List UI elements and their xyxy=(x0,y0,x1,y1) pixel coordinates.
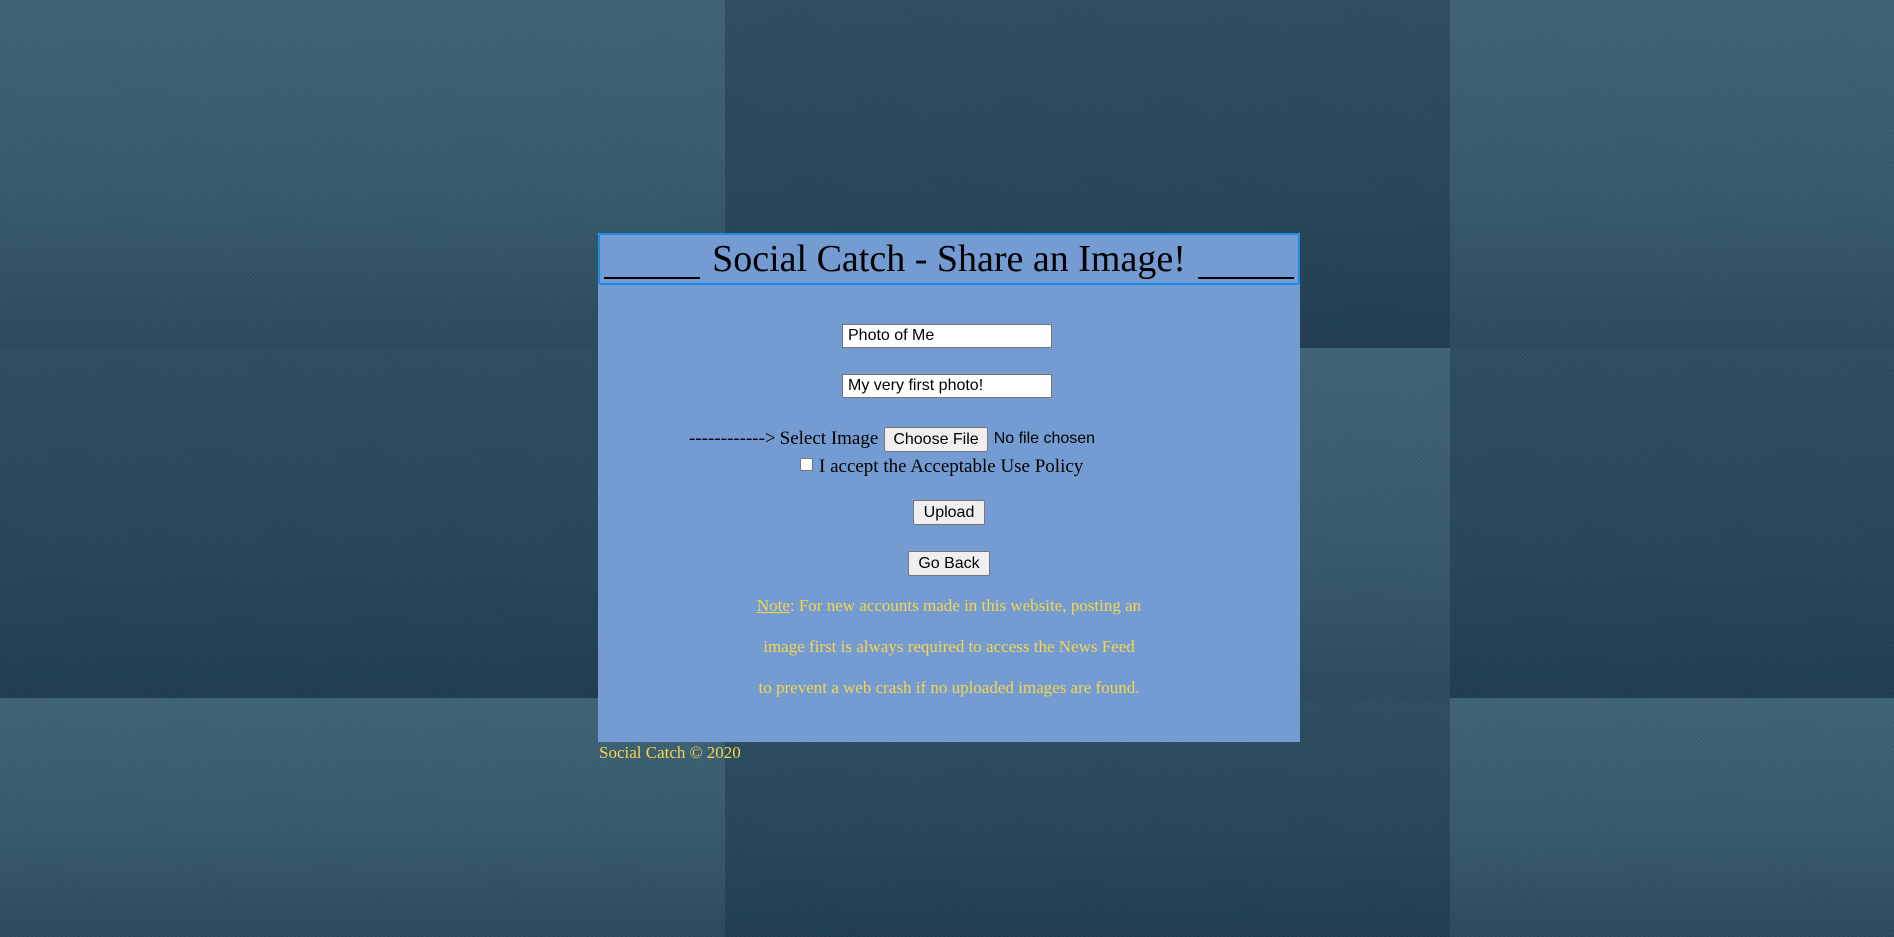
no-file-status: No file chosen xyxy=(993,430,1096,447)
file-select-row: ------------> Select Image Choose File N… xyxy=(689,426,1095,452)
note-line-3: to prevent a web crash if no uploaded im… xyxy=(758,678,1140,697)
page-header: Social Catch - Share an Image! xyxy=(598,233,1300,285)
page-title: Social Catch - Share an Image! xyxy=(712,238,1186,280)
upload-panel: Social Catch - Share an Image! ---------… xyxy=(598,233,1300,742)
header-rule-left xyxy=(604,277,700,279)
note-label: Note xyxy=(756,596,790,615)
note-line-1: Note: For new accounts made in this webs… xyxy=(598,585,1300,626)
file-arrow: ------------> xyxy=(689,428,776,449)
policy-row: I accept the Acceptable Use Policy xyxy=(800,454,1083,480)
note-line-1-text: : For new accounts made in this website,… xyxy=(789,596,1142,615)
note-block: Note: For new accounts made in this webs… xyxy=(598,585,1300,708)
upload-button[interactable]: Upload xyxy=(913,500,985,525)
go-back-button[interactable]: Go Back xyxy=(908,551,990,576)
background-tile xyxy=(1450,348,1894,698)
choose-file-button[interactable]: Choose File xyxy=(884,426,988,452)
policy-label[interactable]: I accept the Acceptable Use Policy xyxy=(819,456,1083,478)
footer-copyright: Social Catch © 2020 xyxy=(599,743,741,762)
page-body: { "header": { "title": "Social Catch - S… xyxy=(0,0,1894,937)
note-line-2: image first is always required to access… xyxy=(763,637,1135,656)
select-image-label: Select Image xyxy=(779,428,879,449)
background-tile xyxy=(1450,0,1894,348)
header-rule-right xyxy=(1198,277,1294,279)
background-tile xyxy=(1450,698,1894,937)
image-title-input[interactable] xyxy=(842,324,1052,348)
policy-checkbox[interactable] xyxy=(800,457,813,471)
image-caption-input[interactable] xyxy=(842,374,1052,398)
